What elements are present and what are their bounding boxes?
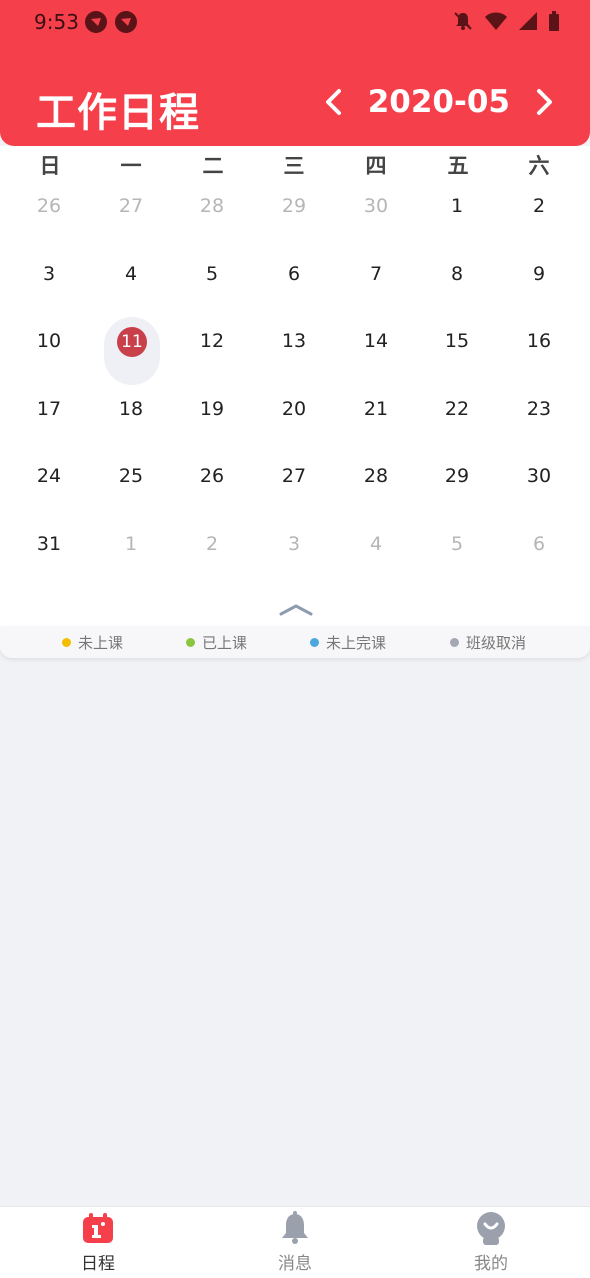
tab-label: 日程 <box>81 1254 115 1274</box>
weekday-label: 四 <box>365 154 387 178</box>
legend-item: 未上课 <box>62 632 123 653</box>
calendar-day[interactable]: 29 <box>264 186 324 226</box>
legend-label: 班级取消 <box>466 634 527 652</box>
calendar-day[interactable]: 27 <box>264 456 324 496</box>
legend-label: 已上课 <box>202 634 248 652</box>
tab-schedule[interactable]: 日程 <box>38 1211 158 1274</box>
calendar-day[interactable]: 31 <box>19 524 79 564</box>
calendar-day[interactable]: 18 <box>101 389 161 429</box>
status-legend: 未上课 已上课 未上完课 班级取消 <box>0 626 590 658</box>
battery-icon <box>549 11 559 31</box>
month-navigator: 2020-05 <box>322 84 556 120</box>
calendar-day[interactable]: 19 <box>182 389 242 429</box>
status-bar: 9:53 <box>0 0 590 44</box>
weekday-header: 日 一 二 三 四 五 六 <box>0 146 590 182</box>
header: 9:53 工作日程 2020-05 <box>0 0 590 146</box>
calendar-day[interactable]: 17 <box>19 389 79 429</box>
calendar-day[interactable]: 28 <box>346 456 406 496</box>
calendar-day[interactable]: 13 <box>264 321 324 361</box>
calendar-day[interactable]: 25 <box>101 456 161 496</box>
bottom-tab-bar: 日程 消息 我的 <box>0 1206 590 1278</box>
calendar-day[interactable]: 7 <box>346 254 406 294</box>
tab-label: 消息 <box>278 1254 312 1274</box>
signal-icon <box>519 12 537 30</box>
calendar-day[interactable]: 24 <box>19 456 79 496</box>
legend-item: 已上课 <box>186 632 247 653</box>
calendar-day[interactable]: 10 <box>19 321 79 361</box>
calendar-day-selected[interactable]: 11 <box>117 327 147 357</box>
calendar-day[interactable]: 9 <box>509 254 569 294</box>
calendar-day[interactable]: 27 <box>101 186 161 226</box>
calendar-day[interactable]: 23 <box>509 389 569 429</box>
weekday-label: 六 <box>528 154 550 178</box>
current-month[interactable]: 2020-05 <box>368 84 510 120</box>
calendar-day[interactable]: 28 <box>182 186 242 226</box>
next-month-button[interactable] <box>534 87 556 117</box>
app-notification-icon <box>85 11 107 33</box>
calendar-day[interactable]: 3 <box>19 254 79 294</box>
prev-month-button[interactable] <box>322 87 344 117</box>
system-icons <box>452 10 560 32</box>
calendar-day[interactable]: 15 <box>427 321 487 361</box>
bell-icon <box>282 1211 308 1244</box>
calendar-icon <box>83 1213 113 1243</box>
page-title: 工作日程 <box>36 90 200 136</box>
calendar-day[interactable]: 2 <box>509 186 569 226</box>
calendar-day[interactable]: 26 <box>19 186 79 226</box>
legend-label: 未上完课 <box>326 634 387 652</box>
legend-dot <box>62 638 71 647</box>
chevron-left-icon <box>325 89 341 115</box>
app-notification-icon <box>115 11 137 33</box>
tab-messages[interactable]: 消息 <box>235 1211 355 1274</box>
calendar-day[interactable]: 6 <box>264 254 324 294</box>
calendar-day[interactable]: 5 <box>182 254 242 294</box>
tab-label: 我的 <box>474 1254 508 1274</box>
calendar-day[interactable]: 20 <box>264 389 324 429</box>
calendar-day[interactable]: 12 <box>182 321 242 361</box>
legend-dot <box>186 638 195 647</box>
weekday-label: 日 <box>39 154 61 178</box>
calendar-day[interactable]: 30 <box>509 456 569 496</box>
calendar-day[interactable]: 2 <box>182 524 242 564</box>
legend-item: 班级取消 <box>450 632 526 653</box>
calendar-day[interactable]: 1 <box>427 186 487 226</box>
collapse-calendar-button[interactable] <box>279 600 313 618</box>
calendar-day[interactable]: 4 <box>101 254 161 294</box>
calendar-day[interactable]: 14 <box>346 321 406 361</box>
tab-profile[interactable]: 我的 <box>431 1211 551 1274</box>
calendar-day[interactable]: 30 <box>346 186 406 226</box>
status-time: 9:53 <box>34 10 79 34</box>
calendar-day[interactable]: 4 <box>346 524 406 564</box>
notifications-off-icon <box>454 12 472 30</box>
weekday-label: 二 <box>202 154 224 178</box>
profile-icon <box>477 1212 505 1245</box>
legend-dot <box>450 638 459 647</box>
chevron-up-icon <box>279 604 313 616</box>
calendar-day[interactable]: 21 <box>346 389 406 429</box>
calendar-day[interactable]: 5 <box>427 524 487 564</box>
legend-dot <box>310 638 319 647</box>
calendar-day[interactable]: 6 <box>509 524 569 564</box>
calendar-day[interactable]: 1 <box>101 524 161 564</box>
schedule-list <box>0 660 590 1206</box>
weekday-label: 五 <box>447 154 469 178</box>
weekday-label: 三 <box>283 154 305 178</box>
wifi-icon <box>485 12 507 30</box>
calendar-day[interactable]: 16 <box>509 321 569 361</box>
calendar-day[interactable]: 29 <box>427 456 487 496</box>
calendar-day[interactable]: 8 <box>427 254 487 294</box>
legend-item: 未上完课 <box>310 632 386 653</box>
calendar-day[interactable]: 22 <box>427 389 487 429</box>
calendar-day[interactable]: 3 <box>264 524 324 564</box>
weekday-label: 一 <box>120 154 142 178</box>
legend-label: 未上课 <box>78 634 124 652</box>
chevron-right-icon <box>537 89 552 115</box>
calendar-day[interactable]: 26 <box>182 456 242 496</box>
